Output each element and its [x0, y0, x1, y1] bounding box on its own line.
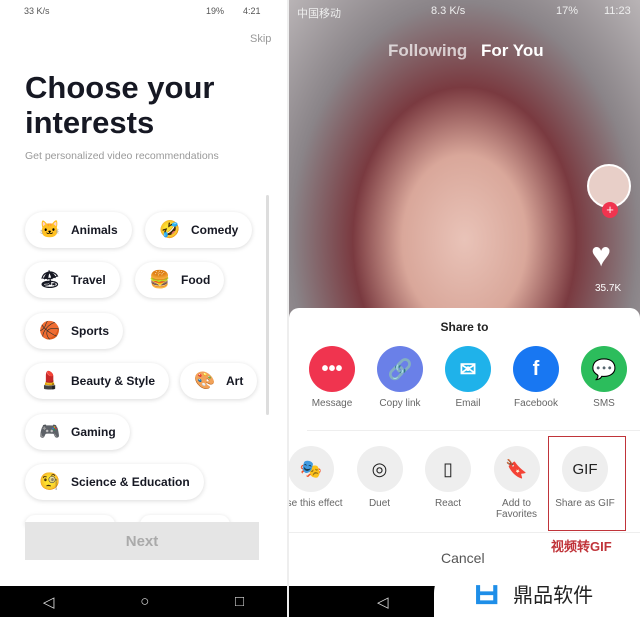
interest-emoji-icon: 🎨: [194, 371, 216, 390]
interest-chip[interactable]: 🏖 Travel: [25, 262, 120, 298]
page-title: Choose your interests: [25, 70, 215, 140]
interest-emoji-icon: 🧐: [39, 472, 61, 491]
interests-screen: 33 K/s 19% 4:21 Skip Choose your interes…: [0, 0, 287, 617]
share-label: Copy link: [379, 398, 421, 409]
back-icon[interactable]: ◁: [377, 593, 389, 611]
interest-label: Beauty & Style: [71, 374, 156, 388]
interest-emoji-icon: 🏖: [39, 270, 61, 289]
nav-bar: ◁ ○ □: [0, 586, 287, 617]
interest-label: Comedy: [191, 223, 239, 237]
interest-label: Animals: [71, 223, 118, 237]
share-sheet: Share to ••• Message 🔗 Copy link ✉ Email f Face…: [289, 308, 640, 588]
interest-emoji-icon: 🎮: [39, 422, 61, 441]
status-time: 4:21: [243, 6, 261, 16]
scrollbar[interactable]: [266, 195, 269, 415]
interest-label: Sports: [71, 324, 110, 338]
action-label: React: [434, 498, 462, 509]
tab-for-you[interactable]: For You: [481, 41, 544, 61]
tab-following[interactable]: Following: [388, 41, 467, 61]
interest-label: Travel: [71, 273, 106, 287]
status-battery: 17%: [556, 5, 579, 17]
next-button[interactable]: Next: [25, 522, 259, 560]
page-subtitle: Get personalized video recommendations: [25, 150, 219, 162]
watermark-logo: ㅂ 鼎品软件: [434, 563, 640, 617]
watermark-text: 鼎品软件: [513, 584, 594, 607]
interest-emoji-icon: 🍔: [149, 270, 171, 289]
duet-icon: ◎: [356, 446, 403, 492]
action-duet[interactable]: ◎ Duet: [345, 446, 415, 509]
video-screen: 中国移动 8.3 K/s 17% 11:23 Following For You…: [289, 0, 640, 617]
action-mask[interactable]: 🎭 Use this effect: [289, 446, 346, 509]
share-label: SMS: [593, 398, 615, 409]
sms-icon: 💬: [581, 346, 627, 392]
divider: [307, 430, 640, 431]
skip-button[interactable]: Skip: [250, 33, 271, 45]
status-carrier: 中国移动: [297, 8, 341, 20]
interest-chip[interactable]: 🍔 Food: [135, 262, 225, 298]
react-icon: ▯: [425, 446, 471, 492]
share-label: Message: [311, 398, 353, 409]
action-label: Duet: [368, 498, 391, 509]
interest-label: Gaming: [71, 425, 116, 439]
status-speed: 33 K/s: [24, 6, 50, 16]
home-icon[interactable]: ○: [140, 593, 149, 610]
heart-icon[interactable]: ♥: [591, 236, 611, 275]
follow-plus-icon[interactable]: +: [602, 202, 618, 218]
interest-chip[interactable]: 🎮 Gaming: [25, 414, 130, 450]
mask-icon: 🎭: [289, 446, 334, 492]
action-bookmark[interactable]: 🔖 Add to Favorites: [482, 446, 552, 520]
email-icon: ✉: [445, 346, 491, 392]
action-label: Use this effect: [289, 498, 343, 509]
interest-chip[interactable]: 💄 Beauty & Style: [25, 363, 170, 399]
interest-chip[interactable]: 🐱 Animals: [25, 212, 132, 248]
interest-emoji-icon: 🏀: [39, 321, 61, 340]
interest-emoji-icon: 🐱: [39, 220, 61, 239]
interest-label: Science & Education: [71, 475, 190, 489]
bookmark-icon: 🔖: [493, 446, 540, 492]
share-email[interactable]: ✉ Email: [433, 346, 503, 409]
share-label: Facebook: [514, 398, 558, 409]
recents-icon[interactable]: □: [235, 593, 244, 610]
share-label: Email: [455, 398, 481, 409]
interest-label: Food: [181, 273, 211, 287]
link-icon: 🔗: [377, 346, 423, 392]
share-facebook[interactable]: f Facebook: [501, 346, 571, 409]
share-title: Share to: [440, 320, 489, 334]
share-message[interactable]: ••• Message: [297, 346, 367, 409]
interest-chip[interactable]: 🤣 Comedy: [145, 212, 253, 248]
like-count: 35.7K: [595, 283, 622, 294]
status-time: 11:23: [604, 5, 631, 17]
action-label: Add to Favorites: [495, 498, 538, 520]
status-speed: 8.3 K/s: [431, 5, 466, 17]
facebook-icon: f: [513, 346, 559, 392]
divider: [289, 532, 640, 533]
annotation: 视频转GIF: [551, 539, 612, 554]
interest-emoji-icon: 💄: [39, 371, 61, 390]
interest-chip[interactable]: 🏀 Sports: [25, 313, 124, 349]
interest-chip[interactable]: 🧐 Science & Education: [25, 464, 204, 500]
interest-emoji-icon: 🤣: [159, 220, 181, 239]
share-copy-link[interactable]: 🔗 Copy link: [365, 346, 435, 409]
gif-highlight-box: [548, 436, 626, 531]
interest-label: Art: [226, 374, 244, 388]
action-react[interactable]: ▯ React: [413, 446, 483, 509]
logo-mark-icon: ㅂ: [470, 575, 504, 616]
back-icon[interactable]: ◁: [43, 593, 55, 611]
message-icon: •••: [309, 346, 355, 392]
interest-chip[interactable]: 🎨 Art: [180, 363, 258, 399]
share-sms[interactable]: 💬 SMS: [569, 346, 639, 409]
status-battery: 19%: [206, 6, 225, 16]
